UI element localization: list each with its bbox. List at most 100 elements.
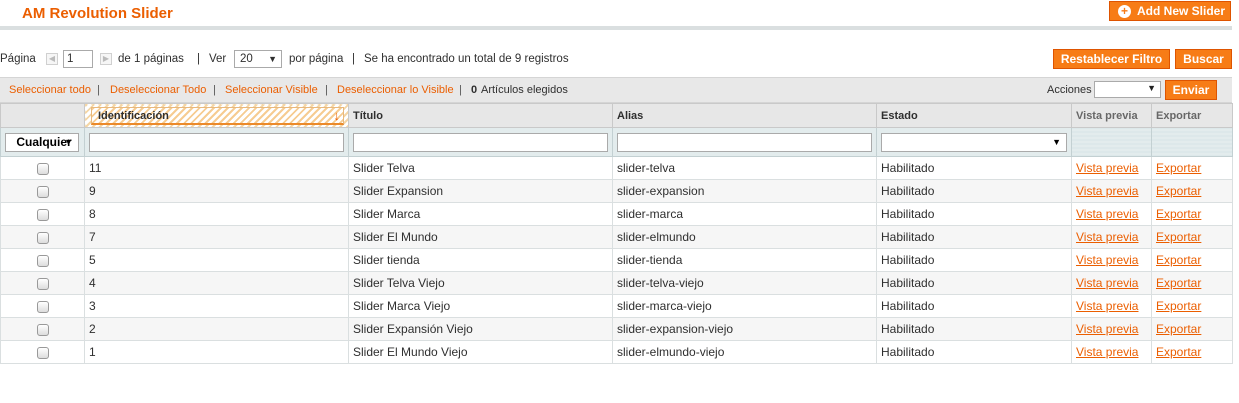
search-button[interactable]: Buscar [1175, 49, 1232, 69]
row-export-cell: Exportar [1151, 156, 1233, 180]
export-link[interactable]: Exportar [1156, 253, 1201, 267]
per-page-suffix: por página [289, 53, 344, 65]
unselect-all-link[interactable]: Deseleccionar Todo [110, 84, 206, 96]
massaction-filter-cell: Cualquier ▼ [0, 127, 85, 157]
grid-body: 11 Slider Telva slider-telva Habilitado Vist… [0, 156, 1233, 364]
id-filter-input[interactable] [89, 132, 344, 152]
prev-page-icon[interactable]: ◀ [46, 53, 58, 65]
table-row[interactable]: 3 Slider Marca Viejo slider-marca-viejo Hab… [0, 294, 1233, 318]
row-export-cell: Exportar [1151, 225, 1233, 249]
row-title: Slider Expansion [348, 179, 613, 203]
row-export-cell: Exportar [1151, 271, 1233, 295]
table-row[interactable]: 1 Slider El Mundo Viejo slider-elmundo-vie… [0, 340, 1233, 364]
row-alias: slider-marca-viejo [612, 294, 877, 318]
chevron-down-icon: ▼ [268, 54, 277, 64]
massaction-separator: | [97, 84, 100, 96]
sort-down-icon: ↓ [333, 107, 341, 123]
status-filter-select[interactable]: ▼ [881, 132, 1067, 152]
reset-filter-button[interactable]: Restablecer Filtro [1053, 49, 1170, 69]
row-id: 3 [84, 294, 349, 318]
add-new-slider-button[interactable]: + Add New Slider [1109, 1, 1231, 21]
actions-label: Acciones [1047, 84, 1092, 96]
table-row[interactable]: 11 Slider Telva slider-telva Habilitado Vist… [0, 156, 1233, 180]
grid-filter-row: Cualquier ▼ ▼ [0, 127, 1233, 157]
page-number-input[interactable]: 1 [63, 50, 93, 68]
preview-link[interactable]: Vista previa [1076, 276, 1138, 290]
preview-link[interactable]: Vista previa [1076, 345, 1138, 359]
id-filter-cell [84, 127, 349, 157]
row-checkbox-cell [0, 294, 85, 318]
export-link[interactable]: Exportar [1156, 207, 1201, 221]
row-export-cell: Exportar [1151, 340, 1233, 364]
preview-link[interactable]: Vista previa [1076, 184, 1138, 198]
row-preview-cell: Vista previa [1071, 317, 1152, 341]
export-link[interactable]: Exportar [1156, 184, 1201, 198]
row-title: Slider tienda [348, 248, 613, 272]
row-checkbox[interactable] [36, 277, 49, 290]
preview-link[interactable]: Vista previa [1076, 230, 1138, 244]
alias-filter-input[interactable] [617, 132, 872, 152]
submit-button[interactable]: Enviar [1165, 80, 1217, 100]
row-status: Habilitado [876, 202, 1072, 226]
actions-select[interactable]: ▼ [1094, 81, 1161, 98]
page-header: AM Revolution Slider + Add New Slider [0, 0, 1239, 30]
row-checkbox[interactable] [36, 208, 49, 221]
select-visible-link[interactable]: Seleccionar Visible [225, 84, 318, 96]
table-row[interactable]: 8 Slider Marca slider-marca Habilitado Vista… [0, 202, 1233, 226]
row-status: Habilitado [876, 294, 1072, 318]
row-checkbox[interactable] [36, 162, 49, 175]
export-link[interactable]: Exportar [1156, 276, 1201, 290]
export-link[interactable]: Exportar [1156, 345, 1201, 359]
preview-link[interactable]: Vista previa [1076, 207, 1138, 221]
export-link[interactable]: Exportar [1156, 299, 1201, 313]
row-checkbox[interactable] [36, 300, 49, 313]
row-checkbox[interactable] [36, 254, 49, 267]
column-header-status[interactable]: Estado [876, 103, 1072, 128]
massaction-separator: | [213, 84, 216, 96]
unselect-visible-link[interactable]: Deseleccionar lo Visible [337, 84, 454, 96]
export-link[interactable]: Exportar [1156, 322, 1201, 336]
preview-link[interactable]: Vista previa [1076, 253, 1138, 267]
table-row[interactable]: 9 Slider Expansion slider-expansion Habilit… [0, 179, 1233, 203]
row-checkbox[interactable] [36, 346, 49, 359]
massaction-separator: | [459, 84, 462, 96]
column-header-id[interactable]: Identificación ↓ [84, 103, 349, 128]
row-checkbox[interactable] [36, 323, 49, 336]
row-checkbox[interactable] [36, 185, 49, 198]
column-header-title[interactable]: Título [348, 103, 613, 128]
per-page-select[interactable]: 20 ▼ [234, 50, 282, 68]
row-preview-cell: Vista previa [1071, 271, 1152, 295]
selected-label: Artículos elegidos [481, 84, 568, 96]
preview-link[interactable]: Vista previa [1076, 299, 1138, 313]
massaction-filter-select[interactable]: Cualquier ▼ [5, 132, 79, 152]
plus-icon: + [1118, 5, 1131, 18]
table-row[interactable]: 5 Slider tienda slider-tienda Habilitado Vis… [0, 248, 1233, 272]
row-checkbox-cell [0, 179, 85, 203]
row-id: 11 [84, 156, 349, 180]
row-alias: slider-elmundo [612, 225, 877, 249]
preview-link[interactable]: Vista previa [1076, 161, 1138, 175]
column-header-alias[interactable]: Alias [612, 103, 877, 128]
row-preview-cell: Vista previa [1071, 156, 1152, 180]
chevron-down-icon: ▼ [1147, 83, 1156, 93]
next-page-icon[interactable]: ▶ [100, 53, 112, 65]
sliders-grid: Identificación ↓ Título Alias Estado Vis… [0, 103, 1233, 364]
table-row[interactable]: 7 Slider El Mundo slider-elmundo Habilitado… [0, 225, 1233, 249]
row-alias: slider-expansion-viejo [612, 317, 877, 341]
export-link[interactable]: Exportar [1156, 230, 1201, 244]
row-id: 5 [84, 248, 349, 272]
export-link[interactable]: Exportar [1156, 161, 1201, 175]
title-filter-input[interactable] [353, 132, 608, 152]
row-id: 9 [84, 179, 349, 203]
row-status: Habilitado [876, 225, 1072, 249]
row-checkbox[interactable] [36, 231, 49, 244]
table-row[interactable]: 2 Slider Expansión Viejo slider-expansion-… [0, 317, 1233, 341]
select-all-link[interactable]: Seleccionar todo [9, 84, 91, 96]
massaction-header [0, 103, 85, 128]
row-id: 4 [84, 271, 349, 295]
row-alias: slider-expansion [612, 179, 877, 203]
row-checkbox-cell [0, 271, 85, 295]
table-row[interactable]: 4 Slider Telva Viejo slider-telva-viejo Hab… [0, 271, 1233, 295]
chevron-down-icon: ▼ [64, 136, 73, 147]
preview-link[interactable]: Vista previa [1076, 322, 1138, 336]
